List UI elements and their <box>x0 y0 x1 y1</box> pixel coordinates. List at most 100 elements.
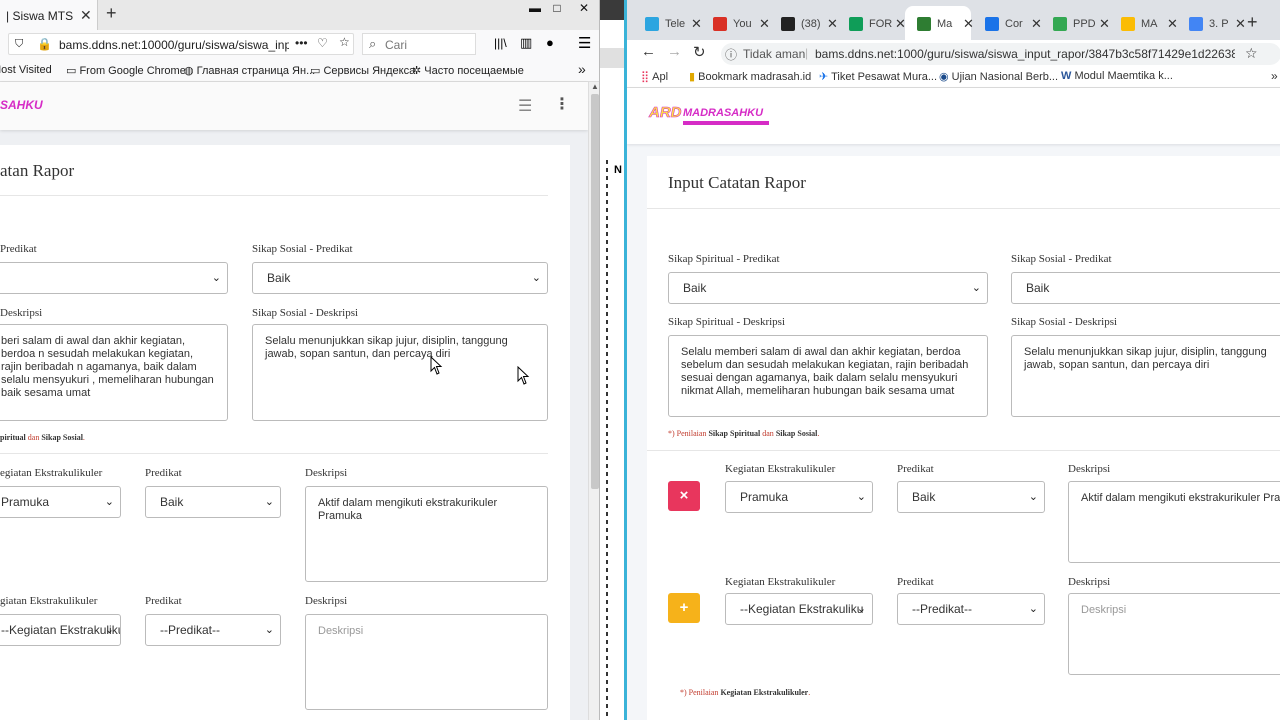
new-tab-icon[interactable]: + <box>106 3 117 24</box>
close-icon[interactable]: ✕ <box>80 7 92 24</box>
close-icon[interactable]: ✕ <box>895 16 906 32</box>
spiritual-deskripsi-textarea[interactable]: Selalu memberi salam di awal dan akhir k… <box>668 335 988 417</box>
ekskul-deskripsi-textarea[interactable]: Deskripsi <box>1068 593 1280 675</box>
chrome-tab[interactable]: FOR ✕ <box>849 8 911 40</box>
close-icon[interactable]: ✕ <box>1235 16 1246 32</box>
chrome-tab[interactable]: MA ✕ <box>1121 8 1183 40</box>
shield-icon[interactable]: ⛉ <box>15 38 23 51</box>
bookmark-label: Apl <box>652 71 669 83</box>
firefox-url-text[interactable]: bams.ddns.net:10000/guru/siswa/siswa_inp… <box>59 38 289 52</box>
logo-text: MADRASAHKU <box>683 107 764 119</box>
background-window-strip: N <box>600 0 624 720</box>
close-icon[interactable]: ✕ <box>1099 16 1110 32</box>
bookmark-yandex-home[interactable]: ◍ Главная страница Ян... <box>184 64 315 77</box>
close-icon[interactable]: ✕ <box>1031 16 1042 32</box>
ekskul-deskripsi-textarea[interactable]: Deskripsi <box>305 614 548 710</box>
close-icon[interactable]: ✕ <box>827 16 838 32</box>
chrome-tab[interactable]: 3. P ✕ <box>1189 8 1251 40</box>
sosial-predikat-select[interactable]: Baik ⌄ <box>252 262 548 294</box>
add-ekskul-button[interactable]: + <box>668 593 700 623</box>
chrome-url-text[interactable]: bams.ddns.net:1000/guru/siswa/siswa_inpu… <box>815 47 1235 61</box>
close-icon[interactable]: ✕ <box>691 16 702 32</box>
ekskul-deskripsi-label: Deskripsi <box>305 467 348 479</box>
ekskul-kegiatan-select[interactable]: Pramuka ⌄ <box>0 486 121 518</box>
chrome-tab[interactable]: Ma ✕ <box>917 8 979 40</box>
chrome-omnibox[interactable]: ⓘ Tidak aman | bams.ddns.net:1000/guru/s… <box>721 43 1280 65</box>
chrome-tab[interactable]: (38) ✕ <box>781 8 843 40</box>
logo-mark: ARD <box>649 104 682 122</box>
spiritual-predikat-select[interactable]: Baik ⌄ <box>668 272 988 304</box>
select-value: Baik <box>267 271 291 285</box>
sidebar-icon[interactable]: ▥ <box>520 35 532 51</box>
favicon-icon <box>713 17 727 31</box>
chrome-tab[interactable]: Cor ✕ <box>985 8 1047 40</box>
reload-icon[interactable]: ↻ <box>693 43 706 61</box>
window-close-icon[interactable]: ✕ <box>571 1 597 19</box>
forward-arrow-icon[interactable]: → <box>667 43 682 60</box>
remove-ekskul-button[interactable]: × <box>668 481 700 511</box>
bookmark-star-icon[interactable]: ☆ <box>1245 45 1258 62</box>
bookmark-modul[interactable]: W Modul Maemtika k... <box>1061 70 1173 82</box>
menu-icon[interactable]: ☰ <box>578 34 591 52</box>
kebab-menu-icon[interactable]: ⋮ <box>554 94 570 114</box>
bookmark-tiket[interactable]: ✈ Tiket Pesawat Mura... <box>819 70 937 83</box>
sosial-deskripsi-textarea[interactable]: Selalu menunjukkan sikap jujur, disiplin… <box>1011 335 1280 417</box>
pocket-icon[interactable]: ♡ <box>317 36 328 50</box>
firefox-search-box[interactable]: ⌕ Cari <box>362 33 476 55</box>
chrome-tab[interactable]: PPD ✕ <box>1053 8 1115 40</box>
chevron-down-icon: ⌄ <box>531 272 541 284</box>
ekskul-predikat-select[interactable]: --Predikat-- ⌄ <box>897 593 1045 625</box>
chrome-page: ARD MADRASAHKU Input Catatan Rapor Sikap… <box>627 88 1280 720</box>
favicon-icon <box>1189 17 1203 31</box>
ekskul-kegiatan-select[interactable]: --Kegiatan Ekstrakuliku ⌄ <box>0 614 121 646</box>
overflow-chevron-icon[interactable]: » <box>1271 69 1278 83</box>
chrome-tab[interactable]: Tele ✕ <box>645 8 707 40</box>
scrollbar-thumb[interactable] <box>591 94 599 489</box>
sosial-deskripsi-label: Sikap Sosial - Deskripsi <box>252 307 359 319</box>
firefox-tab-active[interactable]: | Siswa MTS ✕ <box>0 0 98 30</box>
firefox-url-bar[interactable]: ⛉ 🔒 bams.ddns.net:10000/guru/siswa/siswa… <box>8 33 354 55</box>
page-actions-icon[interactable]: ••• <box>295 36 308 50</box>
close-icon[interactable]: ✕ <box>1167 16 1178 32</box>
account-icon[interactable]: ● <box>546 35 554 50</box>
insecure-lock-icon[interactable]: 🔒 <box>37 37 52 51</box>
maximize-icon[interactable]: □ <box>544 1 570 19</box>
info-icon[interactable]: ⓘ <box>725 46 737 63</box>
bookmark-most-visited[interactable]: Most Visited <box>0 64 52 76</box>
scrollbar[interactable]: ▲ <box>588 82 599 720</box>
favicon-icon <box>781 17 795 31</box>
spiritual-deskripsi-textarea[interactable]: beri salam di awal dan akhir kegiatan, b… <box>0 324 228 421</box>
bookmark-madrasah[interactable]: ▮ Bookmark madrasah.id <box>689 70 811 83</box>
ekskul-kegiatan-label: egiatan Ekstrakulikuler <box>0 467 103 479</box>
scroll-up-icon[interactable]: ▲ <box>591 82 599 91</box>
bookmark-yandex-services[interactable]: ▭ Сервисы Яндекса <box>310 64 415 77</box>
close-icon[interactable]: ✕ <box>963 16 974 32</box>
chrome-tab[interactable]: You ✕ <box>713 8 775 40</box>
bookmark-apps[interactable]: ⣿ Apl <box>641 70 668 83</box>
new-tab-icon[interactable]: + <box>1247 12 1258 33</box>
ekskul-predikat-select[interactable]: Baik ⌄ <box>897 481 1045 513</box>
sosial-predikat-select[interactable]: Baik <box>1011 272 1280 304</box>
firefox-window: | Siswa MTS ✕ + ▬ □ ✕ ⛉ 🔒 bams.ddns.net:… <box>0 0 600 720</box>
bookmark-ujian[interactable]: ◉ Ujian Nasional Berb... <box>939 70 1058 83</box>
close-icon[interactable]: ✕ <box>759 16 770 32</box>
security-status: Tidak aman <box>743 47 806 61</box>
spiritual-predikat-select[interactable]: ⌄ <box>0 262 228 294</box>
overflow-chevron-icon[interactable]: » <box>578 61 586 77</box>
ekskul-predikat-select[interactable]: Baik ⌄ <box>145 486 281 518</box>
bookmark-folder-chrome[interactable]: ▭ From Google Chrome <box>66 64 186 77</box>
library-icon[interactable]: |||\ <box>494 36 507 50</box>
ekskul-kegiatan-select[interactable]: --Kegiatan Ekstrakuliku ⌄ <box>725 593 873 625</box>
hamburger-menu-icon[interactable]: ☰ <box>518 96 532 116</box>
bookmark-star-icon[interactable]: ☆ <box>339 35 350 49</box>
back-arrow-icon[interactable]: ← <box>641 43 656 60</box>
ekskul-kegiatan-select[interactable]: Pramuka ⌄ <box>725 481 873 513</box>
ekskul-deskripsi-textarea[interactable]: Aktif dalam mengikuti ekstrakurikuler Pr… <box>1068 481 1280 563</box>
sosial-deskripsi-textarea[interactable]: Selalu menunjukkan sikap jujur, disiplin… <box>252 324 548 421</box>
note-ekskul: *) Penilaian Kegiatan Ekstrakulikuler. <box>680 688 810 697</box>
ekskul-predikat-select[interactable]: --Predikat-- ⌄ <box>145 614 281 646</box>
apps-grid-icon: ⣿ <box>641 71 653 83</box>
strip-ribbon <box>600 48 624 68</box>
bookmark-frequent[interactable]: ✲ Часто посещаемые <box>412 64 524 77</box>
ekskul-deskripsi-textarea[interactable]: Aktif dalam mengikuti ekstrakurikuler Pr… <box>305 486 548 582</box>
